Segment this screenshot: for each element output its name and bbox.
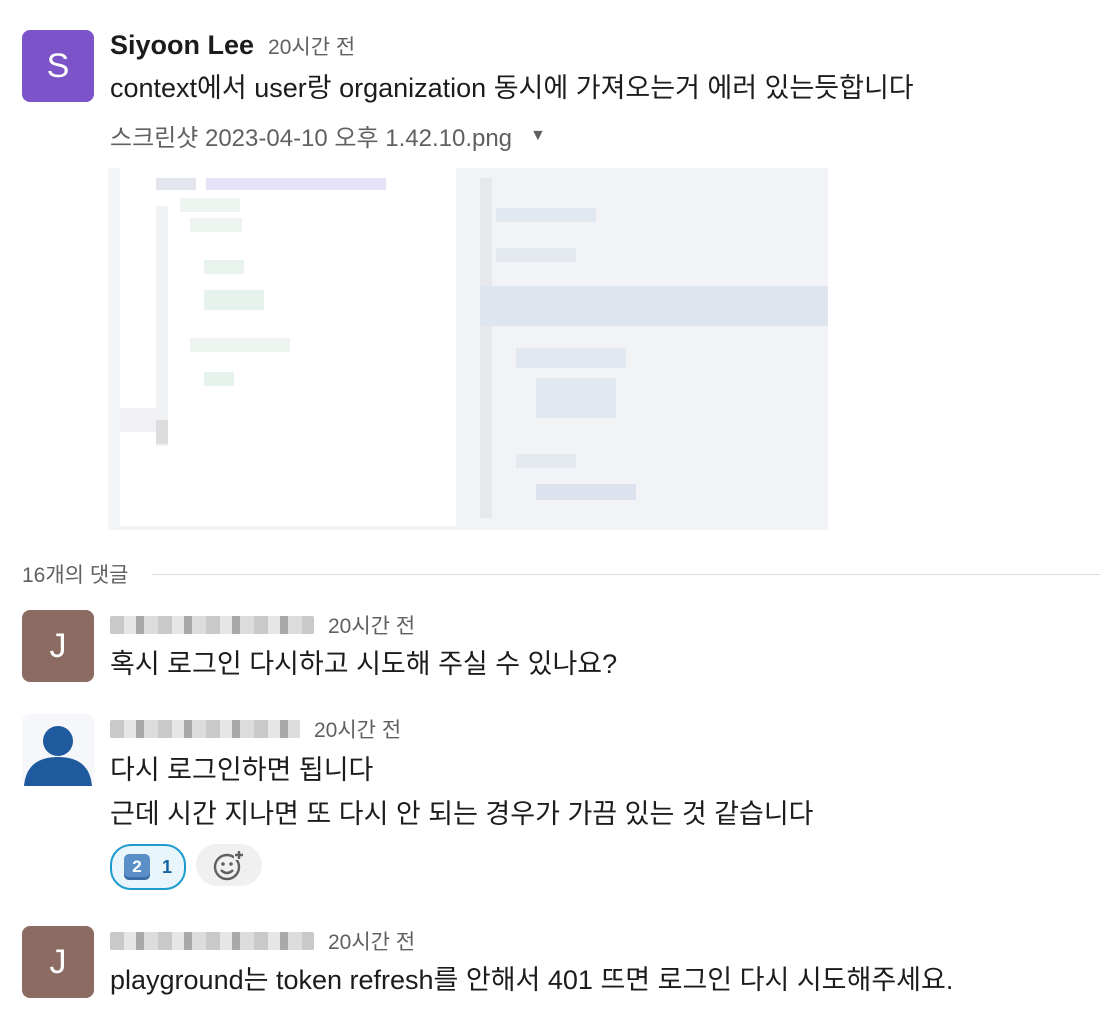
add-reaction-button[interactable] bbox=[196, 844, 263, 886]
message-content: Siyoon Lee 20시간 전 context에서 user랑 organi… bbox=[110, 30, 1100, 153]
divider-line bbox=[152, 573, 1100, 575]
caret-down-icon[interactable]: ▼ bbox=[530, 127, 546, 145]
reply-count[interactable]: 16개의 댓글 bbox=[22, 559, 128, 589]
message-text: context에서 user랑 organization 동시에 가져오는거 에… bbox=[110, 73, 914, 103]
default-user-icon[interactable] bbox=[22, 714, 94, 786]
message-header: 20시간 전 bbox=[110, 714, 1100, 744]
message-text: 혹시 로그인 다시하고 시도해 주실 수 있나요? bbox=[110, 649, 618, 679]
timestamp[interactable]: 20시간 전 bbox=[328, 610, 415, 640]
message-header: Siyoon Lee 20시간 전 bbox=[110, 30, 1100, 64]
attachment-image[interactable] bbox=[108, 168, 828, 530]
avatar[interactable]: S bbox=[22, 30, 94, 102]
blurred-author-name[interactable] bbox=[110, 720, 300, 738]
timestamp[interactable]: 20시간 전 bbox=[328, 926, 415, 956]
message-text-line-1: 다시 로그인하면 됩니다 bbox=[110, 755, 374, 785]
message-header: 20시간 전 bbox=[110, 610, 1100, 640]
image-left-pane bbox=[120, 168, 456, 526]
avatar-letter: J bbox=[49, 626, 67, 665]
blurred-author-name[interactable] bbox=[110, 932, 314, 950]
author-name[interactable]: Siyoon Lee bbox=[110, 30, 254, 61]
avatar[interactable]: J bbox=[22, 610, 94, 682]
add-reaction-icon bbox=[213, 850, 245, 881]
message-header: 20시간 전 bbox=[110, 926, 1100, 956]
avatar[interactable]: J bbox=[22, 926, 94, 998]
message-siyoon: S Siyoon Lee 20시간 전 context에서 user랑 orga… bbox=[22, 30, 1100, 540]
message-content: 20시간 전 playground는 token refresh를 안해서 40… bbox=[110, 926, 1100, 1002]
reaction-count: 1 bbox=[162, 856, 173, 877]
avatar-letter: J bbox=[49, 942, 67, 981]
reply-2: 20시간 전 다시 로그인하면 됩니다 근데 시간 지나면 또 다시 안 되는 … bbox=[22, 714, 1100, 900]
reactions-bar: 2 1 bbox=[110, 844, 1100, 890]
reply-1: J 20시간 전 혹시 로그인 다시하고 시도해 주실 수 있나요? bbox=[22, 610, 1100, 694]
reply-3: J 20시간 전 playground는 token refresh를 안해서 … bbox=[22, 926, 1100, 1010]
avatar-letter: S bbox=[46, 46, 70, 85]
message-text: playground는 token refresh를 안해서 401 뜨면 로그… bbox=[110, 965, 954, 995]
message-content: 20시간 전 다시 로그인하면 됩니다 근데 시간 지나면 또 다시 안 되는 … bbox=[110, 714, 1100, 890]
reaction-keycap-2[interactable]: 2 1 bbox=[110, 844, 187, 890]
attachment-header: 스크린샷 2023-04-10 오후 1.42.10.png ▼ bbox=[110, 118, 1100, 153]
timestamp[interactable]: 20시간 전 bbox=[268, 31, 355, 61]
image-right-pane bbox=[456, 168, 828, 530]
attachment-filename[interactable]: 스크린샷 2023-04-10 오후 1.42.10.png bbox=[110, 118, 512, 153]
message-content: 20시간 전 혹시 로그인 다시하고 시도해 주실 수 있나요? bbox=[110, 610, 1100, 686]
keycap-2-emoji: 2 bbox=[124, 854, 150, 880]
thread-divider: 16개의 댓글 bbox=[22, 560, 1100, 588]
blurred-author-name[interactable] bbox=[110, 616, 314, 634]
timestamp[interactable]: 20시간 전 bbox=[314, 714, 401, 744]
message-text-line-2: 근데 시간 지나면 또 다시 안 되는 경우가 가끔 있는 것 같습니다 bbox=[110, 799, 814, 829]
